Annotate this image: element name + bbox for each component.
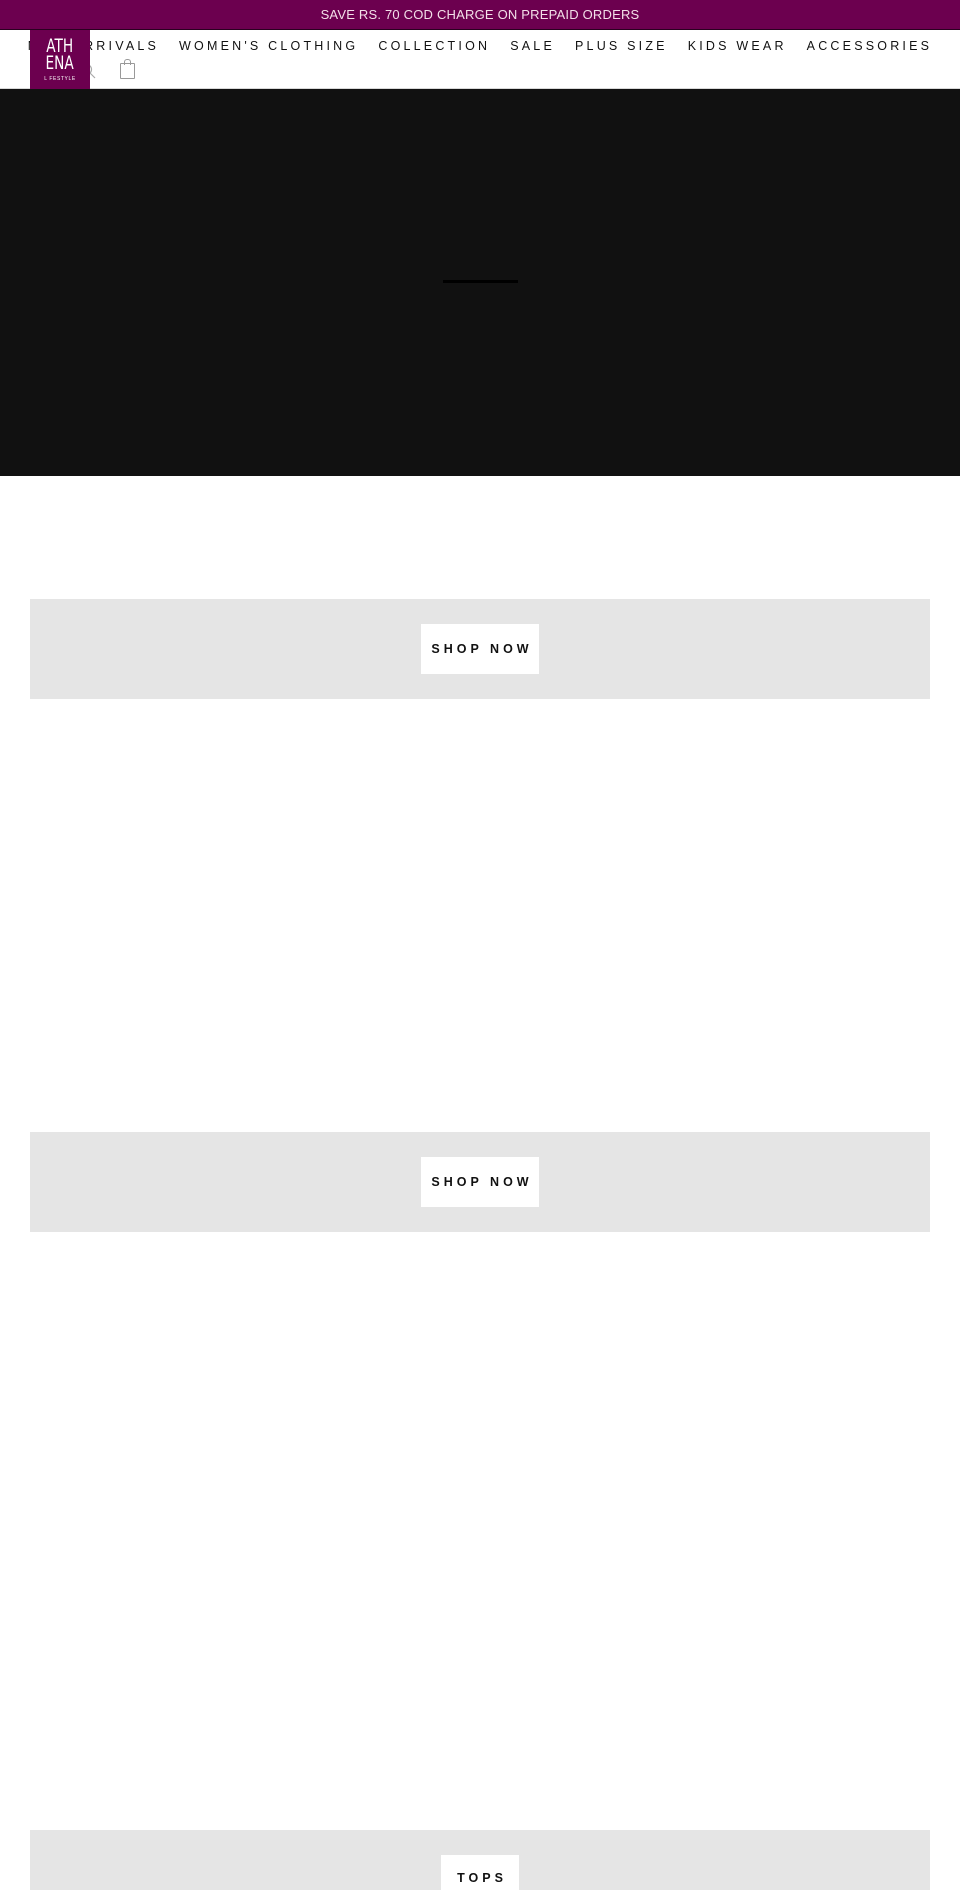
- logo-text-line2: ENA: [45, 51, 75, 74]
- cart-icon[interactable]: [120, 59, 135, 79]
- nav-item-collection[interactable]: COLLECTION: [368, 36, 500, 56]
- promo-banner-2: SHOP NOW: [30, 1132, 930, 1232]
- nav-item-kids-wear[interactable]: KIDS WEAR: [678, 36, 797, 56]
- nav-item-plus-size[interactable]: PLUS SIZE: [565, 36, 678, 56]
- shop-now-button[interactable]: SHOP NOW: [421, 1157, 539, 1207]
- nav-item-accessories[interactable]: ACCESSORIES: [797, 36, 943, 56]
- shop-now-button[interactable]: SHOP NOW: [421, 624, 539, 674]
- promo-banner-tops: TOPS: [30, 1830, 930, 1895]
- nav-item-womens-clothing[interactable]: WOMEN'S CLOTHING: [169, 36, 368, 56]
- promo-banner-1: SHOP NOW: [30, 599, 930, 699]
- loading-indicator: [443, 280, 518, 283]
- hero-banner: [0, 89, 960, 476]
- site-header: NEW ARRIVALS WOMEN'S CLOTHING COLLECTION…: [0, 30, 960, 89]
- logo-tagline: L FESTYLE: [44, 75, 76, 82]
- announcement-bar: SAVE RS. 70 COD CHARGE ON PREPAID ORDERS: [0, 0, 960, 30]
- main-nav: NEW ARRIVALS WOMEN'S CLOTHING COLLECTION…: [0, 36, 960, 56]
- tops-button[interactable]: TOPS: [441, 1855, 519, 1895]
- brand-logo[interactable]: ATH ENA L FESTYLE: [30, 30, 90, 89]
- nav-item-sale[interactable]: SALE: [500, 36, 565, 56]
